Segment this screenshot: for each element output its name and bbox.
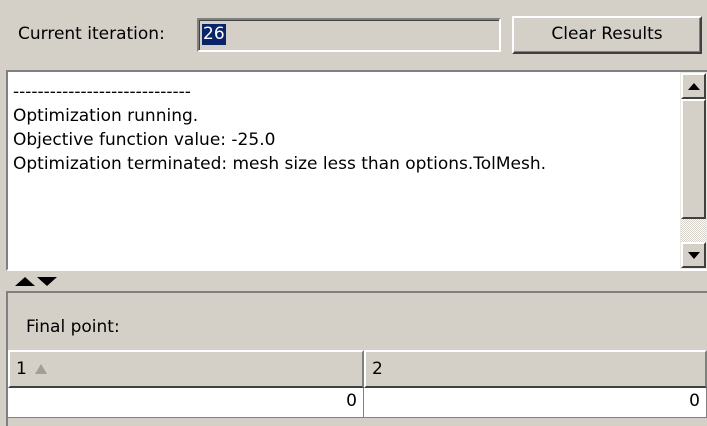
table-cell[interactable]: 0: [364, 388, 707, 418]
scroll-up-button[interactable]: [681, 73, 706, 99]
log-text: ----------------------------- Optimizatio…: [13, 80, 673, 176]
sort-ascending-icon: [34, 364, 47, 374]
scroll-thumb[interactable]: [681, 99, 706, 219]
arrow-down-icon: [687, 251, 700, 259]
column-header-1[interactable]: 1: [8, 350, 364, 388]
log-line: Optimization terminated: mesh size less …: [13, 154, 547, 174]
table-header-row: 1 2: [8, 350, 707, 388]
log-text-area[interactable]: ----------------------------- Optimizatio…: [6, 70, 707, 271]
column-header-label: 2: [372, 359, 383, 379]
splitter-toggle[interactable]: [15, 277, 57, 286]
column-header-2[interactable]: 2: [364, 350, 707, 388]
iteration-toolbar: Current iteration: 26 Clear Results: [0, 0, 707, 70]
optimization-results-panel: Current iteration: 26 Clear Results ----…: [0, 0, 707, 426]
iteration-label: Current iteration:: [18, 24, 165, 44]
final-point-panel: Final point: 1 2 0 0: [6, 291, 707, 426]
collapse-up-icon[interactable]: [15, 277, 35, 286]
collapse-down-icon[interactable]: [37, 277, 57, 286]
final-point-table: 1 2 0 0: [8, 350, 707, 418]
iteration-field[interactable]: 26: [197, 18, 501, 52]
panel-splitter[interactable]: [0, 271, 707, 291]
scroll-track[interactable]: [681, 219, 706, 242]
column-header-label: 1: [16, 359, 27, 379]
log-line: Optimization running.: [13, 106, 199, 126]
log-line: -----------------------------: [13, 82, 191, 102]
arrow-up-icon: [687, 82, 700, 90]
log-vertical-scrollbar[interactable]: [680, 72, 707, 269]
final-point-label: Final point:: [26, 317, 120, 337]
table-cell[interactable]: 0: [8, 388, 364, 418]
table-row: 0 0: [8, 388, 707, 418]
scroll-down-button[interactable]: [681, 242, 706, 268]
clear-results-button[interactable]: Clear Results: [512, 16, 702, 54]
iteration-value[interactable]: 26: [202, 24, 226, 45]
log-line: Objective function value: -25.0: [13, 130, 276, 150]
